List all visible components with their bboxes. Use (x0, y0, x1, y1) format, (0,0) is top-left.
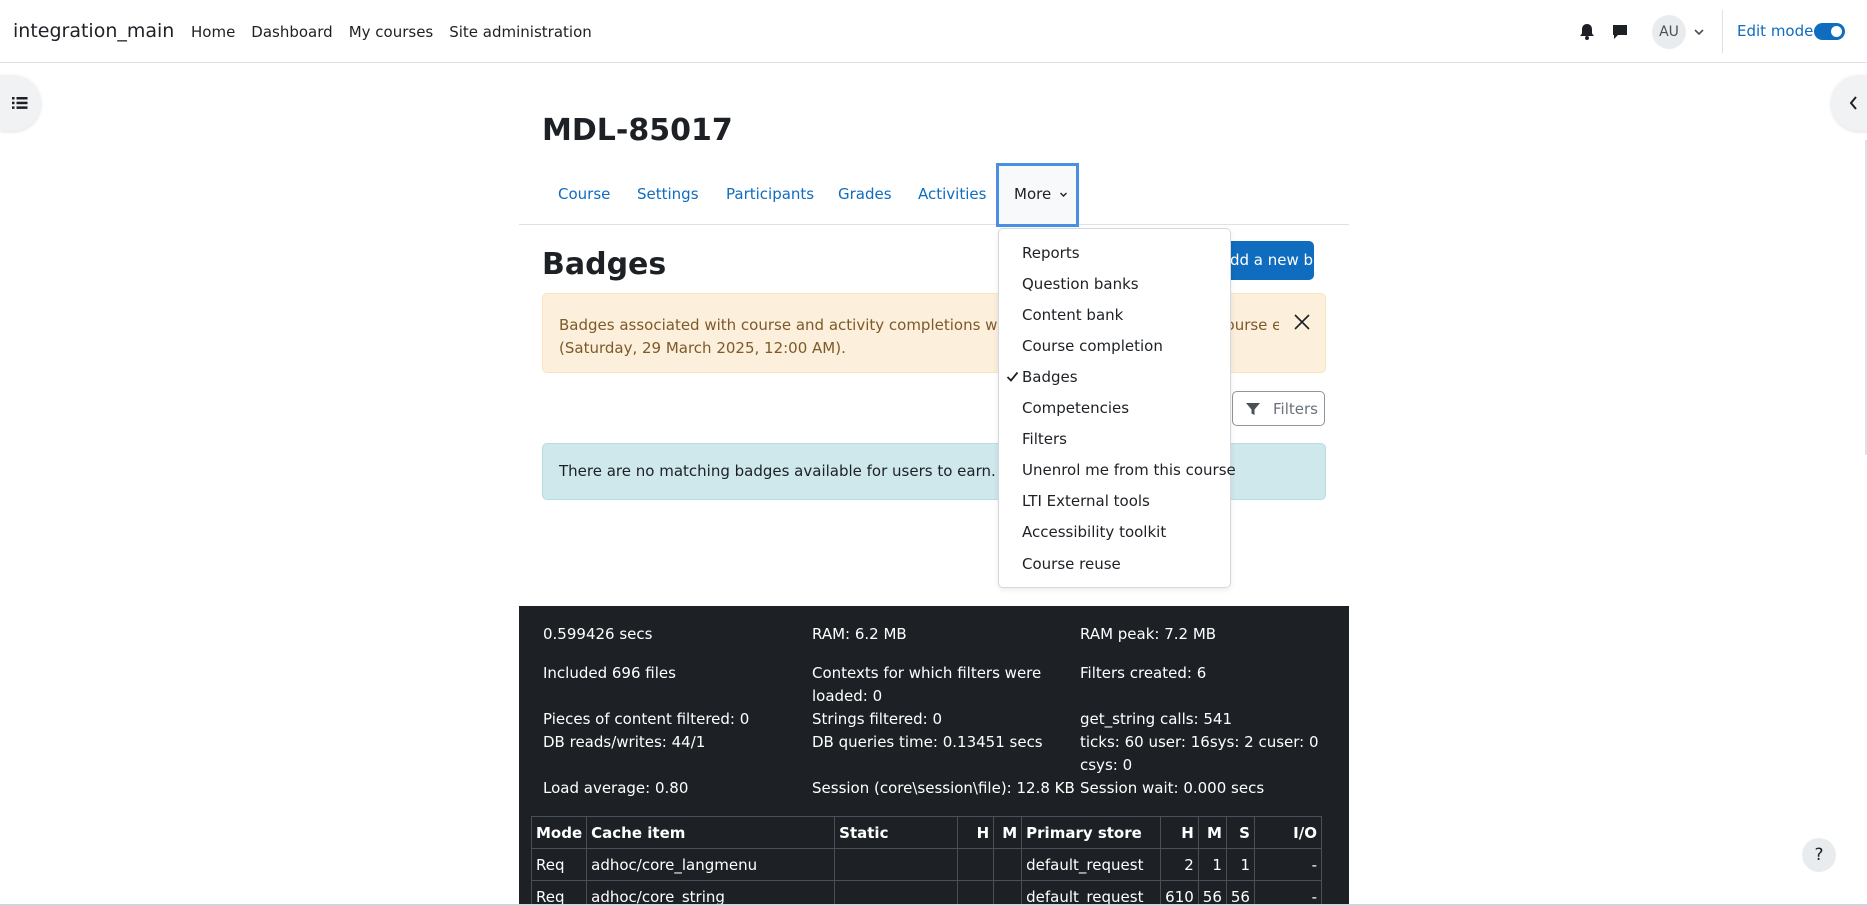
cell-io: - (1253, 880, 1322, 906)
menu-item-lti-external-tools[interactable]: LTI External tools (1022, 492, 1150, 510)
edit-mode-toggle[interactable] (1814, 23, 1845, 40)
cache-stats-table: Mode Cache item Static H M Primary store… (530, 816, 1322, 906)
col-static-m: M (993, 816, 1023, 849)
perf-ram: RAM: 6.2 MB (812, 625, 907, 643)
col-static-h: H (957, 816, 995, 849)
perf-session-wait: Session wait: 0.000 secs (1080, 779, 1265, 797)
edit-mode-label: Edit mode (1737, 22, 1814, 40)
tab-more-label: More (1014, 185, 1052, 203)
cell-static-m (993, 848, 1023, 881)
perf-load-average: Load average: 0.80 (543, 779, 689, 797)
table-row: Req adhoc/core_string default_request 61… (530, 880, 1322, 906)
perf-contexts-filters: Contexts for which filters were loaded: … (812, 664, 1042, 705)
cell-static-m (993, 880, 1023, 906)
nav-site-admin-link[interactable]: Site administration (449, 23, 592, 41)
perf-session: Session (core\session\file): 12.8 KB (812, 779, 1075, 797)
top-navbar: integration_main Home Dashboard My cours… (0, 0, 1867, 63)
menu-item-competencies[interactable]: Competencies (1022, 399, 1129, 417)
perf-included-files: Included 696 files (543, 664, 676, 682)
cell-cache-item: adhoc/core_string (586, 880, 836, 906)
perf-filters-created: Filters created: 6 (1080, 664, 1207, 682)
filters-button[interactable]: Filters (1232, 391, 1325, 426)
cell-static (834, 848, 959, 881)
tab-activities[interactable]: Activities (918, 185, 986, 203)
cell-primary-m: 1 (1197, 848, 1227, 881)
tab-participants[interactable]: Participants (726, 185, 814, 203)
menu-item-question-banks[interactable]: Question banks (1022, 275, 1139, 293)
close-icon[interactable] (1292, 312, 1312, 332)
filter-funnel-icon (1246, 403, 1260, 415)
performance-info-footer: 0.599426 secs RAM: 6.2 MB RAM peak: 7.2 … (519, 606, 1349, 906)
col-io: I/O (1253, 816, 1322, 849)
menu-item-unenrol[interactable]: Unenrol me from this course (1022, 461, 1236, 479)
menu-item-course-completion[interactable]: Course completion (1022, 337, 1163, 355)
open-course-index-button[interactable] (0, 75, 41, 131)
col-mode: Mode (530, 816, 588, 849)
col-primary-m: M (1197, 816, 1227, 849)
perf-get-string: get_string calls: 541 (1080, 710, 1232, 728)
cell-primary-m: 56 (1197, 880, 1227, 906)
cell-mode: Req (530, 848, 588, 881)
cell-primary-s: 1 (1225, 848, 1255, 881)
filters-button-label: Filters (1273, 400, 1318, 418)
nav-my-courses-link[interactable]: My courses (349, 23, 434, 41)
site-brand[interactable]: integration_main (13, 20, 174, 42)
cell-static-h (957, 848, 995, 881)
messages-chat-icon[interactable] (1610, 22, 1630, 42)
col-primary-s: S (1225, 816, 1255, 849)
page-heading: Badges (542, 247, 667, 282)
perf-db-time: DB queries time: 0.13451 secs (812, 733, 1043, 751)
menu-item-course-reuse[interactable]: Course reuse (1022, 555, 1121, 573)
menu-item-badges[interactable]: Badges (1022, 368, 1078, 386)
table-header-row: Mode Cache item Static H M Primary store… (530, 816, 1322, 849)
cell-mode: Req (530, 880, 588, 906)
tab-grades[interactable]: Grades (838, 185, 892, 203)
perf-ticks: ticks: 60 user: 16sys: 2 cuser: 0 csys: … (1080, 733, 1319, 774)
chevron-down-icon[interactable] (1692, 22, 1706, 42)
list-icon (12, 97, 28, 109)
menu-item-content-bank[interactable]: Content bank (1022, 306, 1123, 324)
nav-home-link[interactable]: Home (191, 23, 235, 41)
cell-primary-h: 610 (1160, 880, 1199, 906)
course-secondary-nav: Course Settings Participants Grades Acti… (519, 163, 1349, 227)
menu-item-accessibility-toolkit[interactable]: Accessibility toolkit (1022, 523, 1166, 541)
perf-ram-peak: RAM peak: 7.2 MB (1080, 625, 1217, 643)
col-cache-item: Cache item (586, 816, 836, 849)
tab-course[interactable]: Course (558, 185, 610, 203)
cell-primary-h: 2 (1160, 848, 1199, 881)
notifications-bell-icon[interactable] (1577, 22, 1597, 42)
perf-strings-filtered: Strings filtered: 0 (812, 710, 943, 728)
cell-io: - (1253, 848, 1322, 881)
cell-static-h (957, 880, 995, 906)
primary-navigation: Home Dashboard My courses Site administr… (191, 23, 608, 41)
user-avatar[interactable]: AU (1652, 15, 1686, 49)
toggle-knob (1831, 26, 1842, 37)
cell-primary-store: default_request (1021, 880, 1162, 906)
chevron-down-icon (1059, 192, 1067, 197)
menu-item-filters[interactable]: Filters (1022, 430, 1067, 448)
chevron-left-icon (1849, 96, 1857, 110)
menu-item-reports[interactable]: Reports (1022, 244, 1080, 262)
col-primary-h: H (1160, 816, 1199, 849)
perf-content-filtered: Pieces of content filtered: 0 (543, 710, 750, 728)
cell-cache-item: adhoc/core_langmenu (586, 848, 836, 881)
cell-static (834, 880, 959, 906)
col-static: Static (834, 816, 959, 849)
tab-more[interactable]: More (996, 163, 1079, 227)
help-button[interactable]: ? (1802, 838, 1836, 872)
table-row: Req adhoc/core_langmenu default_request … (530, 848, 1322, 881)
col-primary-store: Primary store (1021, 816, 1162, 849)
checkmark-icon (1006, 371, 1019, 382)
navbar-divider (1722, 10, 1723, 53)
open-block-drawer-button[interactable] (1831, 75, 1867, 131)
cell-primary-s: 56 (1225, 880, 1255, 906)
more-dropdown-menu: Reports Question banks Content bank Cour… (998, 228, 1236, 588)
perf-db-reads-writes: DB reads/writes: 44/1 (543, 733, 706, 751)
tab-settings[interactable]: Settings (637, 185, 699, 203)
nav-dashboard-link[interactable]: Dashboard (251, 23, 332, 41)
course-title: MDL-85017 (542, 113, 733, 148)
cell-primary-store: default_request (1021, 848, 1162, 881)
perf-time: 0.599426 secs (543, 625, 653, 643)
